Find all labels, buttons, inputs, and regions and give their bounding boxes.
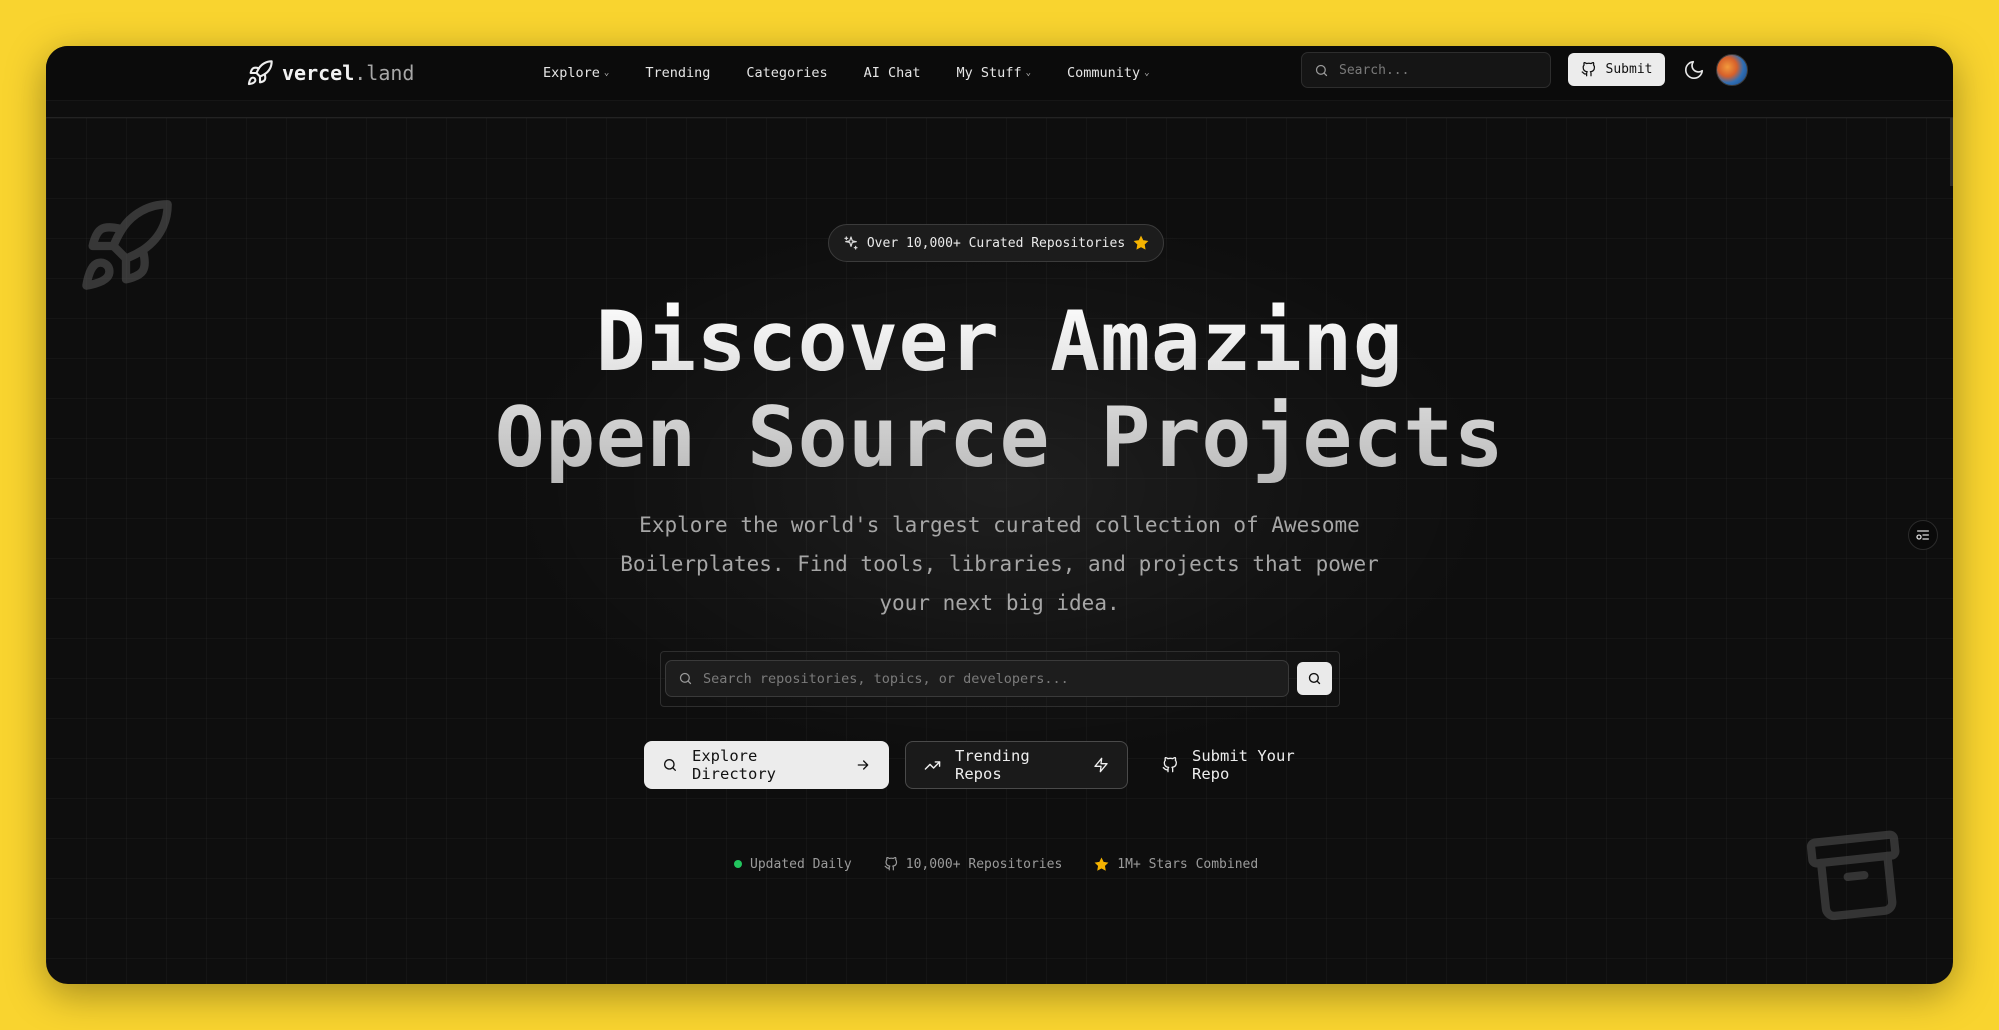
stat-repositories-label: 10,000+ Repositories [905, 856, 1063, 872]
nav-explore[interactable]: Explore ⌄ [543, 65, 609, 81]
github-icon [1162, 757, 1178, 773]
settings-panel-icon[interactable] [1908, 520, 1938, 550]
nav-categories-label: Categories [746, 65, 828, 81]
hero-subtitle: Explore the world's largest curated coll… [620, 513, 1379, 615]
search-icon [662, 757, 678, 773]
brand-name: vercel [282, 61, 355, 85]
nav-divider [46, 117, 1953, 118]
trending-up-icon [924, 757, 941, 774]
chevron-down-icon: ⌄ [1144, 68, 1150, 78]
hero-title-line-2: Open Source Projects [494, 389, 1505, 486]
nav-trending[interactable]: Trending [645, 65, 710, 81]
explore-directory-label: Explore Directory [692, 747, 776, 783]
hero-stats: Updated Daily 10,000+ Repositories 1M+ S… [734, 854, 1258, 874]
hero-badge-text: Over 10,000+ Curated Repositories [866, 235, 1126, 251]
chevron-down-icon: ⌄ [1025, 68, 1031, 78]
hero-search-input[interactable] [703, 670, 1283, 687]
theme-toggle-moon-icon[interactable] [1683, 59, 1705, 81]
rocket-icon [246, 59, 274, 87]
stat-repositories: 10,000+ Repositories [884, 856, 1063, 872]
nav-explore-label: Explore [543, 65, 600, 81]
user-avatar[interactable] [1716, 54, 1748, 86]
trending-repos-button[interactable]: Trending Repos [905, 741, 1128, 789]
nav-links: Explore ⌄ Trending Categories AI Chat My … [543, 46, 1186, 100]
brand-logo[interactable]: vercel.land [246, 53, 414, 93]
github-icon [1581, 62, 1596, 77]
submit-your-repo-label: Submit Your Repo [1192, 747, 1295, 783]
star-icon [1094, 857, 1109, 872]
brand-tld: .land [354, 61, 415, 85]
submit-label: Submit [1605, 62, 1653, 77]
hero-search-container [660, 651, 1340, 707]
nav-community[interactable]: Community ⌄ [1067, 65, 1150, 81]
nav-divider [46, 100, 1953, 101]
stat-updated-label: Updated Daily [750, 856, 852, 872]
nav-my-stuff[interactable]: My Stuff ⌄ [957, 65, 1031, 81]
nav-search-input[interactable] [1339, 62, 1529, 78]
chevron-down-icon: ⌄ [603, 68, 610, 78]
scrollbar[interactable] [1950, 118, 1953, 186]
hero-title: Discover Amazing Open Source Projects [346, 294, 1653, 486]
nav-categories[interactable]: Categories [746, 65, 827, 81]
stat-updated: Updated Daily [734, 857, 852, 872]
hero-search-button[interactable] [1297, 662, 1332, 695]
explore-directory-button[interactable]: Explore Directory [644, 741, 889, 789]
search-icon [678, 671, 693, 686]
arrow-right-icon [855, 757, 871, 773]
trending-repos-label: Trending Repos [955, 747, 1030, 783]
top-navbar: vercel.land Explore ⌄ Trending Categories… [46, 46, 1953, 100]
browser-window: vercel.land Explore ⌄ Trending Categories… [46, 46, 1953, 984]
hero-search[interactable] [665, 660, 1289, 697]
search-icon [1314, 63, 1329, 78]
submit-your-repo-button[interactable]: Submit Your Repo [1144, 741, 1344, 789]
status-dot-icon [734, 860, 742, 868]
sparkles-icon [843, 235, 859, 251]
nav-community-label: Community [1067, 65, 1141, 81]
stat-stars: 1M+ Stars Combined [1094, 857, 1258, 872]
archive-icon [1801, 821, 1911, 931]
search-icon [1307, 671, 1322, 686]
nav-search[interactable] [1301, 52, 1551, 88]
nav-ai-chat[interactable]: AI Chat [864, 65, 921, 81]
stat-stars-label: 1M+ Stars Combined [1117, 856, 1259, 872]
star-icon [1133, 235, 1149, 251]
submit-button[interactable]: Submit [1568, 53, 1665, 86]
hero-badge: Over 10,000+ Curated Repositories [828, 224, 1164, 262]
zap-icon [1093, 757, 1109, 773]
github-icon [884, 857, 898, 871]
nav-my-stuff-label: My Stuff [956, 65, 1022, 81]
hero-title-line-1: Discover Amazing [595, 293, 1404, 390]
nav-ai-chat-label: AI Chat [863, 65, 921, 81]
rocket-icon [76, 196, 176, 296]
nav-trending-label: Trending [645, 65, 711, 81]
